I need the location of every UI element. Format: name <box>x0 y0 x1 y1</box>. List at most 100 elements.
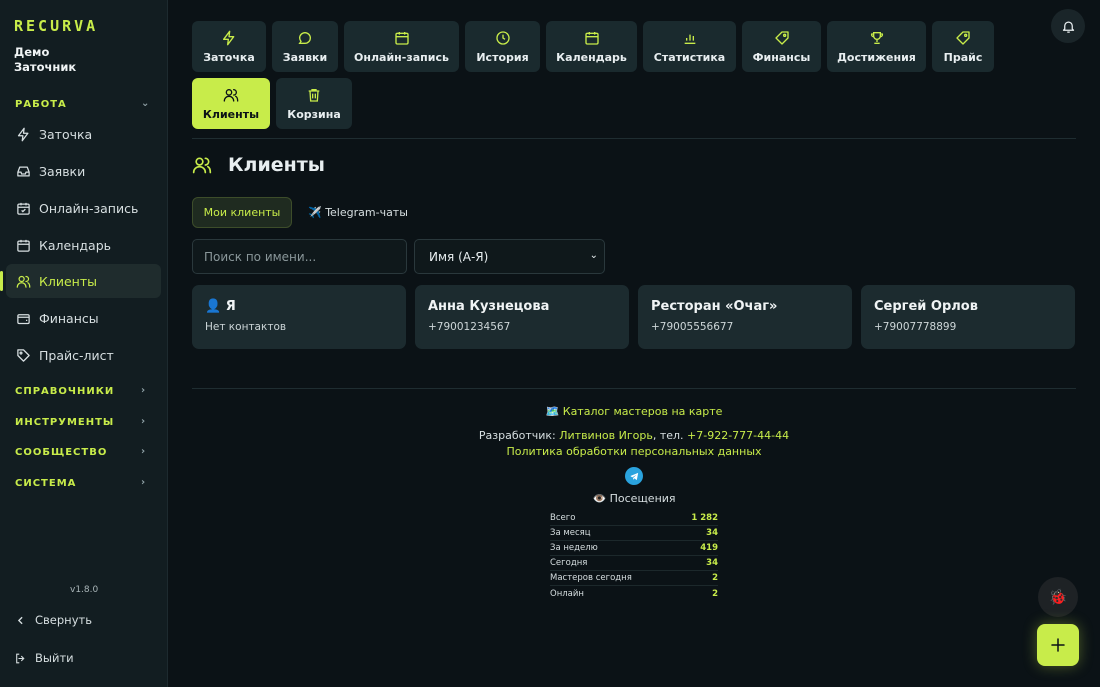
tile-statistics[interactable]: Статистика <box>643 21 736 72</box>
sidebar-section-references[interactable]: СПРАВОЧНИКИ › <box>15 385 145 397</box>
sidebar-item-sharpening[interactable]: Заточка <box>6 117 161 151</box>
add-button[interactable] <box>1037 624 1079 666</box>
section-label: СИСТЕМА <box>15 478 77 489</box>
user-name: Демо Заточник <box>14 45 76 75</box>
stats-value: 2 <box>712 573 718 583</box>
calendar-check-icon <box>394 31 409 45</box>
sidebar-section-work[interactable]: РАБОТА ⌄ <box>15 98 149 110</box>
sidebar-item-finance[interactable]: Финансы <box>6 301 161 335</box>
sidebar-item-price-list[interactable]: Прайс-лист <box>6 338 161 372</box>
developer-phone-link[interactable]: +7-922-777-44-44 <box>687 429 789 442</box>
calendar-icon <box>584 31 599 45</box>
client-card[interactable]: Анна Кузнецова +79001234567 <box>415 285 629 349</box>
tile-label: Корзина <box>287 107 341 121</box>
sidebar-item-calendar[interactable]: Календарь <box>6 228 161 262</box>
logout-button[interactable]: Выйти <box>14 651 74 665</box>
stats-label: За неделю <box>550 543 598 553</box>
logout-icon <box>16 653 25 663</box>
stats-row: За неделю 419 <box>550 541 718 556</box>
bar-chart-icon <box>684 34 695 44</box>
visits-stats-table: Всего 1 282 За месяц 34 За неделю 419 Сегод… <box>550 511 718 601</box>
tile-calendar[interactable]: Календарь <box>546 21 637 72</box>
tile-sharpening[interactable]: Заточка <box>192 21 266 72</box>
clock-icon <box>495 30 510 45</box>
stats-value: 34 <box>706 528 718 538</box>
stats-value: 34 <box>706 558 718 568</box>
sidebar-item-label: Заявки <box>39 163 86 179</box>
privacy-policy-link[interactable]: Политика обработки персональных данных <box>84 445 1100 458</box>
tile-label: Заточка <box>203 50 255 64</box>
sidebar-item-label: Финансы <box>39 310 99 326</box>
user-name-line2: Заточник <box>14 60 77 74</box>
client-card[interactable]: 👤 Я Нет контактов <box>192 285 406 349</box>
sidebar-item-label: Заточка <box>39 126 93 142</box>
app-logo: RECURVA <box>14 17 99 35</box>
wallet-icon <box>17 313 30 324</box>
sidebar-section-tools[interactable]: ИНСТРУМЕНТЫ › <box>15 416 145 428</box>
tab-telegram-chats[interactable]: ✈️ Telegram-чаты <box>308 197 408 228</box>
catalog-link[interactable]: 🗺️ Каталог мастеров на карте <box>84 405 1100 418</box>
lightning-icon <box>223 30 235 45</box>
tile-clients[interactable]: Клиенты <box>192 78 270 129</box>
client-phone: +79005556677 <box>651 321 734 333</box>
sidebar-section-system[interactable]: СИСТЕМА › <box>15 477 145 489</box>
client-card[interactable]: Ресторан «Очаг» +79005556677 <box>638 285 852 349</box>
tile-requests[interactable]: Заявки <box>272 21 338 72</box>
sidebar-item-label: Календарь <box>39 237 111 253</box>
developer-name-link[interactable]: Литвинов Игорь <box>559 429 653 442</box>
page-title: Клиенты <box>192 154 325 176</box>
chevron-right-icon: › <box>141 385 147 396</box>
tile-trash[interactable]: Корзина <box>276 78 352 129</box>
collapse-sidebar-button[interactable]: Свернуть <box>14 613 92 627</box>
chat-bubble-icon <box>298 31 311 44</box>
telegram-icon[interactable] <box>625 467 643 485</box>
lightning-icon <box>17 127 29 141</box>
tab-my-clients[interactable]: Мои клиенты <box>192 197 292 228</box>
stats-value: 419 <box>700 543 718 553</box>
bug-report-button[interactable]: 🐞 <box>1038 577 1078 617</box>
section-label: РАБОТА <box>15 99 67 110</box>
bell-icon <box>1062 21 1074 33</box>
page-title-text: Клиенты <box>228 154 325 176</box>
chevron-right-icon: › <box>141 477 147 488</box>
tag-icon <box>774 30 789 45</box>
sidebar-item-online-booking[interactable]: Онлайн-запись <box>6 191 161 225</box>
client-card[interactable]: Сергей Орлов +79007778899 <box>861 285 1075 349</box>
inbox-icon <box>17 166 30 176</box>
stats-label: Онлайн <box>550 588 584 599</box>
notifications-button[interactable] <box>1051 9 1085 43</box>
sort-value: Имя (А-Я) <box>429 249 489 264</box>
tile-price[interactable]: Прайс <box>932 21 994 72</box>
tile-label: История <box>476 50 529 64</box>
price-tag-icon <box>956 30 970 45</box>
plus-icon <box>1051 638 1065 652</box>
sidebar-item-clients[interactable]: Клиенты <box>0 264 161 298</box>
divider <box>192 388 1076 389</box>
collapse-label: Свернуть <box>35 613 92 627</box>
client-name: Сергей Орлов <box>874 299 978 314</box>
tile-history[interactable]: История <box>465 21 540 72</box>
client-name: 👤 Я <box>205 299 236 314</box>
app-version: v1.8.0 <box>70 585 99 595</box>
users-icon <box>16 275 31 288</box>
section-label: ИНСТРУМЕНТЫ <box>15 417 115 428</box>
tile-achievements[interactable]: Достижения <box>827 21 926 72</box>
chevron-left-icon <box>17 616 23 624</box>
tile-finance[interactable]: Финансы <box>742 21 821 72</box>
logout-label: Выйти <box>35 651 74 665</box>
tile-online-booking[interactable]: Онлайн-запись <box>344 21 459 72</box>
developer-prefix: Разработчик: <box>478 429 556 442</box>
tile-label: Статистика <box>653 50 726 64</box>
stats-label: Мастеров сегодня <box>550 573 632 583</box>
sidebar-item-requests[interactable]: Заявки <box>6 154 161 188</box>
stats-row: Сегодня 34 <box>550 556 718 571</box>
calendar-icon <box>17 239 30 252</box>
stats-label: За месяц <box>550 528 591 538</box>
trophy-icon <box>870 31 883 44</box>
tag-icon <box>17 348 30 362</box>
search-input[interactable] <box>192 239 407 274</box>
sort-select[interactable]: Имя (А-Я) ⌄ <box>414 239 605 274</box>
tile-label: Заявки <box>282 50 328 64</box>
visits-title: 👁️ Посещения <box>592 492 676 505</box>
tile-label: Календарь <box>556 50 627 64</box>
